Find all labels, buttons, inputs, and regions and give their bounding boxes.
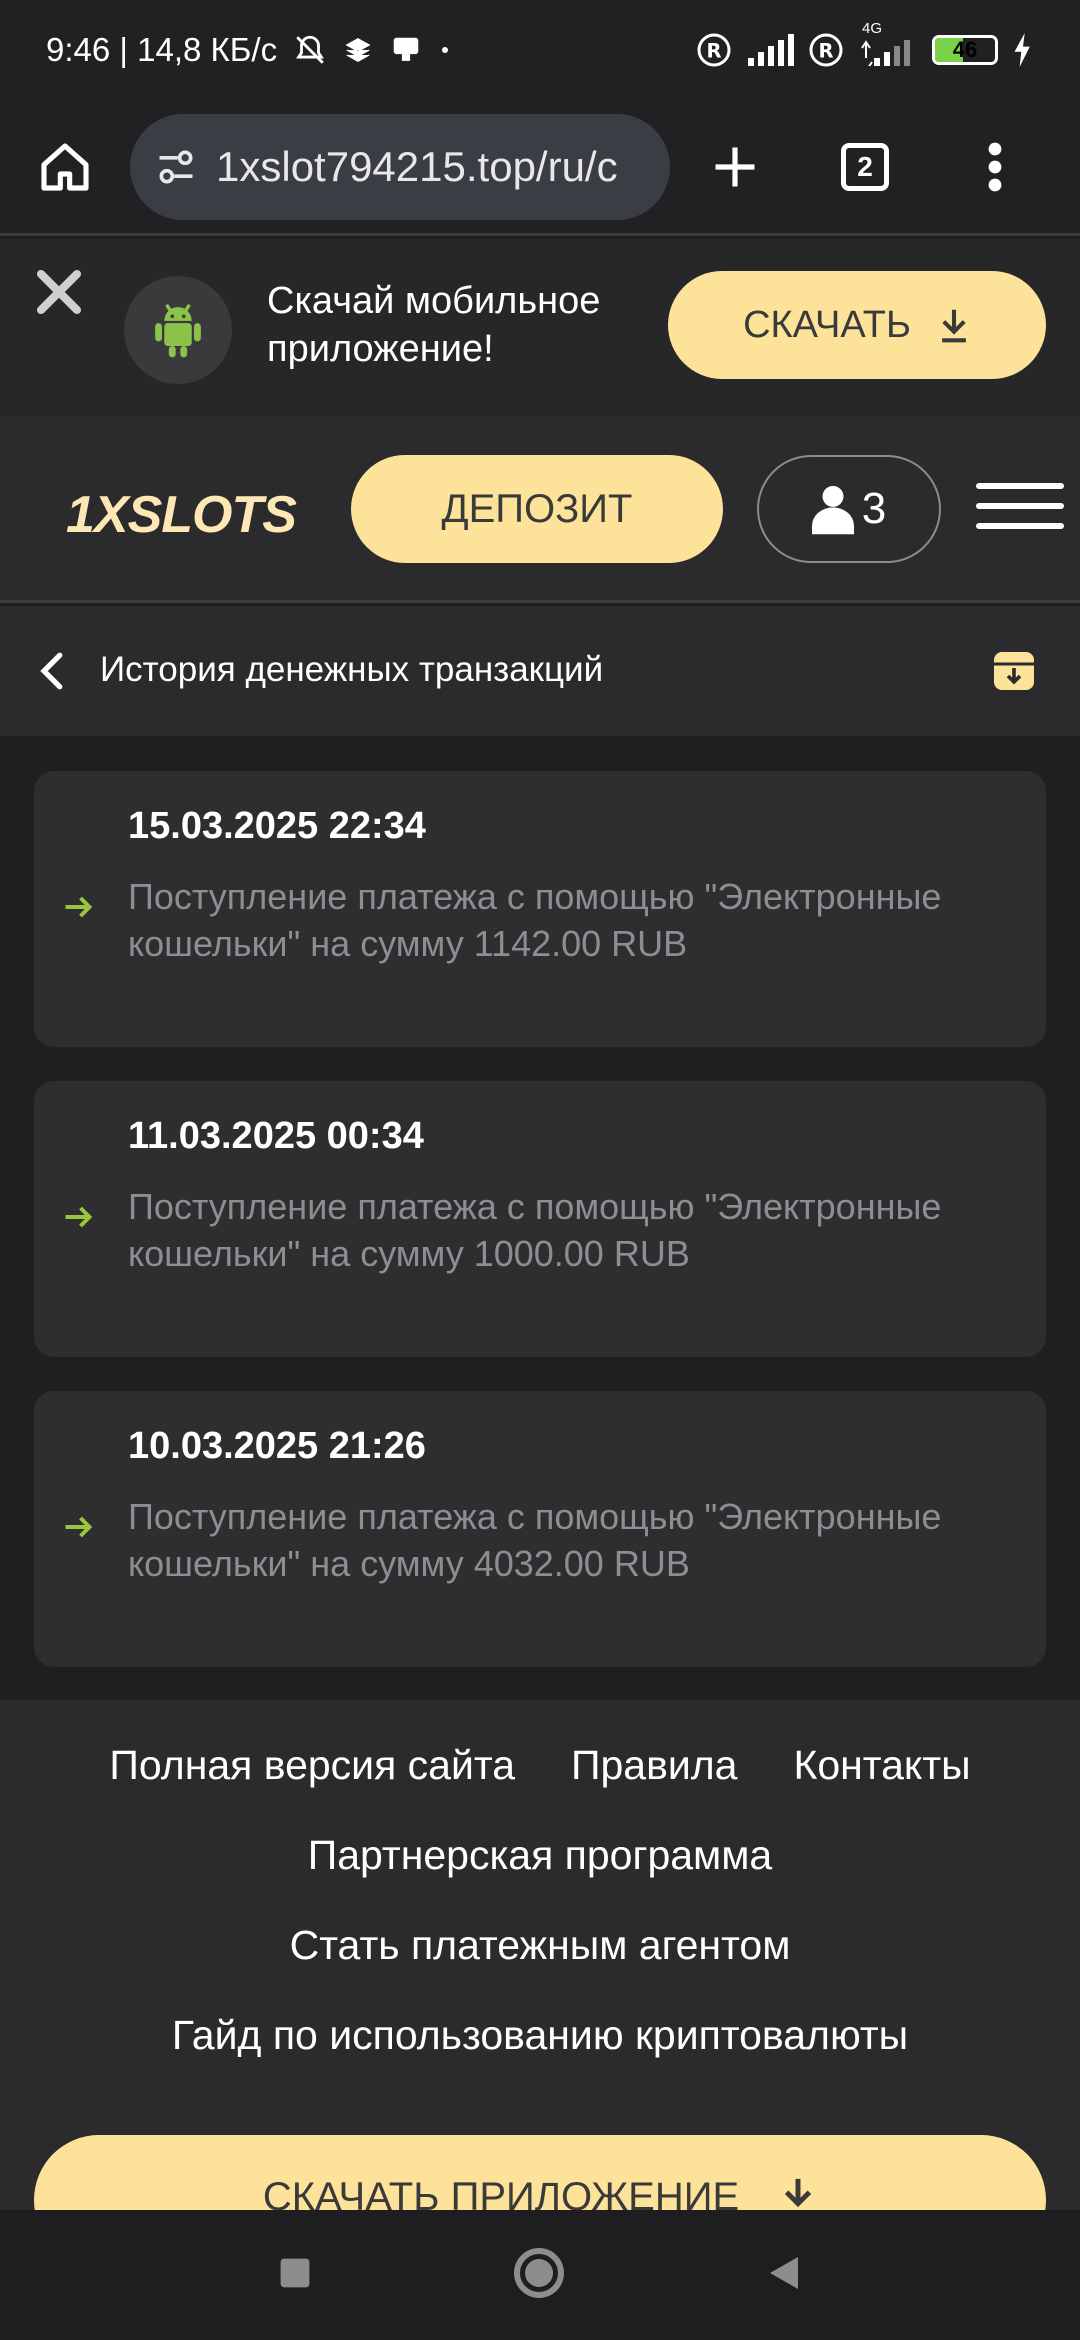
battery-level: 46 xyxy=(952,37,978,62)
page-title-bar: История денежных транзакций xyxy=(0,606,1080,736)
status-bar: 9:46 | 14,8 КБ/с R R 4G 46 xyxy=(0,0,1080,100)
plus-icon xyxy=(715,147,755,186)
back-button[interactable] xyxy=(34,650,68,697)
user-icon xyxy=(811,485,854,535)
dot-icon xyxy=(439,44,451,56)
svg-text:R: R xyxy=(706,40,721,63)
menu-line xyxy=(976,483,1064,489)
transaction-date: 15.03.2025 22:34 xyxy=(128,805,426,847)
arrow-right-icon xyxy=(64,1205,94,1234)
arrow-right-icon xyxy=(64,1515,94,1544)
site-settings-icon[interactable] xyxy=(154,145,198,189)
account-count: 3 xyxy=(861,484,887,533)
roaming-icon-2: R xyxy=(808,32,844,68)
close-icon xyxy=(36,269,82,315)
status-time-speed: 9:46 | 14,8 КБ/с xyxy=(46,31,278,68)
recents-button[interactable] xyxy=(277,2255,313,2296)
transaction-description: Поступление платежа с помощью "Электронн… xyxy=(128,876,942,964)
footer-link-payment-agent[interactable]: Стать платежным агентом xyxy=(290,1922,791,1969)
footer-link-partner[interactable]: Партнерская программа xyxy=(308,1832,772,1879)
home-icon xyxy=(41,142,89,191)
transaction-item[interactable]: 15.03.2025 22:34 Поступление платежа с п… xyxy=(34,771,1046,1047)
chevron-left-icon xyxy=(40,652,63,690)
home-nav-button[interactable] xyxy=(513,2247,565,2304)
menu-line xyxy=(976,503,1064,509)
address-bar[interactable]: 1xslot794215.top/ru/c xyxy=(130,113,670,220)
new-tab-button[interactable] xyxy=(670,141,800,193)
footer-links-row: Гайд по использованию криптовалюты xyxy=(0,2012,1080,2059)
transaction-description: Поступление платежа с помощью "Электронн… xyxy=(128,1496,942,1584)
transaction-item[interactable]: 10.03.2025 21:26 Поступление платежа с п… xyxy=(34,1391,1046,1667)
signal-4g-icon: 4G xyxy=(858,20,918,66)
footer-links-row: Полная версия сайта Правила Контакты xyxy=(0,1742,1080,1789)
transaction-list: 15.03.2025 22:34 Поступление платежа с п… xyxy=(34,771,1046,1701)
app-download-banner: Скачай мобильное приложение! СКАЧАТЬ xyxy=(0,239,1080,417)
circle-icon xyxy=(514,2247,564,2298)
download-icon xyxy=(942,309,966,343)
transaction-date: 10.03.2025 21:26 xyxy=(128,1425,426,1467)
footer-link-full-version[interactable]: Полная версия сайта xyxy=(109,1742,515,1789)
footer-link-contacts[interactable]: Контакты xyxy=(793,1742,970,1789)
bell-off-icon xyxy=(293,33,327,67)
archive-download-icon xyxy=(994,652,1034,690)
banner-text: Скачай мобильное приложение! xyxy=(267,277,600,373)
transaction-item[interactable]: 11.03.2025 00:34 Поступление платежа с п… xyxy=(34,1081,1046,1357)
site-logo[interactable]: 1XSLOTS xyxy=(66,485,297,545)
hamburger-menu-button[interactable] xyxy=(976,483,1064,539)
triangle-back-icon xyxy=(770,2256,798,2289)
screen: 9:46 | 14,8 КБ/с R R 4G 46 1xslot794215.… xyxy=(0,0,1080,2340)
transaction-description: Поступление платежа с помощью "Электронн… xyxy=(128,1186,942,1274)
arrow-right-icon xyxy=(64,895,94,924)
banner-text-line1: Скачай мобильное xyxy=(267,280,601,322)
notification-icon xyxy=(389,35,423,65)
banner-download-button[interactable]: СКАЧАТЬ xyxy=(668,271,1046,379)
tab-count: 2 xyxy=(841,142,889,191)
footer-link-crypto-guide[interactable]: Гайд по использованию криптовалюты xyxy=(172,2012,908,2059)
banner-text-line2: приложение! xyxy=(267,328,494,370)
more-vert-icon xyxy=(988,142,1002,191)
menu-line xyxy=(976,523,1064,529)
url-text[interactable]: 1xslot794215.top/ru/c xyxy=(216,143,618,191)
square-icon xyxy=(280,2258,310,2287)
android-icon xyxy=(124,276,232,384)
browser-toolbar: 1xslot794215.top/ru/c 2 xyxy=(0,100,1080,236)
account-button[interactable]: 3 xyxy=(757,455,941,563)
tabs-button[interactable]: 2 xyxy=(800,142,930,191)
footer-links-row: Партнерская программа xyxy=(0,1832,1080,1879)
layers-icon xyxy=(343,35,373,65)
battery-icon: 46 xyxy=(932,35,998,65)
banner-download-label: СКАЧАТЬ xyxy=(743,303,911,346)
transaction-date: 11.03.2025 00:34 xyxy=(128,1115,424,1157)
site-header: 1XSLOTS ДЕПОЗИТ 3 xyxy=(0,417,1080,603)
page-title: История денежных транзакций xyxy=(100,650,604,689)
deposit-button[interactable]: ДЕПОЗИТ xyxy=(351,455,723,563)
network-label: 4G xyxy=(862,20,883,37)
system-nav-bar xyxy=(0,2210,1080,2340)
footer-link-rules[interactable]: Правила xyxy=(571,1742,737,1789)
archive-download-button[interactable] xyxy=(992,650,1036,697)
signal-icon xyxy=(746,34,794,66)
browser-menu-button[interactable] xyxy=(930,141,1060,193)
footer-links-row: Стать платежным агентом xyxy=(0,1922,1080,1969)
roaming-icon: R xyxy=(696,32,732,68)
back-nav-button[interactable] xyxy=(765,2253,803,2298)
charging-icon xyxy=(1012,33,1034,67)
close-banner-button[interactable] xyxy=(32,265,86,324)
site-footer: Полная версия сайта Правила Контакты Пар… xyxy=(0,1700,1080,2210)
svg-text:R: R xyxy=(818,40,833,63)
home-button[interactable] xyxy=(0,139,130,195)
